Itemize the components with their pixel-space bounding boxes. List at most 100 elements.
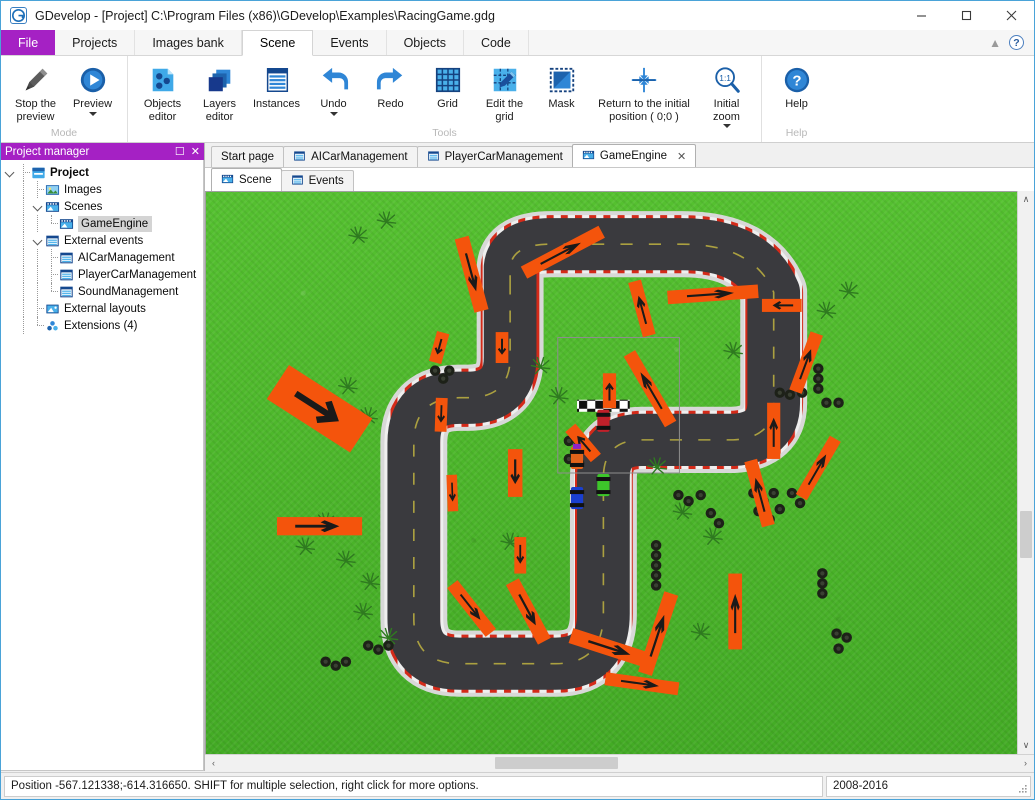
stop-the-preview-button[interactable]: Stop the preview [7, 60, 64, 123]
chevron-down-icon[interactable] [329, 111, 338, 116]
tab-label: AICarManagement [311, 151, 408, 163]
ribbon-tab-scene[interactable]: Scene [241, 30, 314, 56]
scroll-down-icon[interactable]: ∨ [1018, 737, 1034, 754]
close-icon[interactable]: ✕ [191, 145, 200, 158]
tree-guide [45, 266, 59, 283]
project-manager-header: Project manager ☐ ✕ [1, 143, 204, 160]
scroll-up-icon[interactable]: ∧ [1018, 191, 1034, 208]
ribbon-tab-images-bank[interactable]: Images bank [135, 30, 242, 55]
tree-guide [31, 317, 45, 334]
title-bar: GDevelop - [Project] C:\Program Files (x… [1, 1, 1034, 30]
subtab-scene[interactable]: Scene [211, 168, 282, 191]
tab-label: PlayerCarManagement [444, 151, 563, 163]
objects-editor-button[interactable]: Objects editor [134, 60, 191, 123]
resize-grip-icon[interactable] [1018, 784, 1028, 794]
status-message: Position -567.121338;-614.316650. SHIFT … [4, 775, 823, 797]
scroll-left-icon[interactable]: ‹ [205, 755, 222, 771]
ribbon-tab-objects[interactable]: Objects [386, 30, 464, 55]
tab-playercarmanagement[interactable]: PlayerCarManagement [416, 146, 573, 167]
vertical-scrollbar[interactable]: ∧ ∨ [1017, 191, 1034, 754]
tree-item-images[interactable]: Images [1, 181, 203, 198]
preview-button[interactable]: Preview [64, 60, 121, 116]
close-icon[interactable]: ✕ [677, 150, 686, 163]
scroll-right-icon[interactable]: › [1017, 755, 1034, 771]
horizontal-scroll-thumb[interactable] [495, 757, 618, 769]
tree-item-soundmanagement[interactable]: SoundManagement [1, 283, 203, 300]
tree-item-external-events[interactable]: External events [1, 232, 203, 249]
racing-game-scene[interactable] [206, 192, 1017, 754]
initial-zoom-label: Initial zoom [713, 98, 740, 123]
mask-label: Mask [548, 98, 575, 110]
help-button[interactable]: ? Help [768, 60, 825, 111]
tree-item-extensions[interactable]: Extensions (4) [1, 317, 203, 334]
tree-guide [17, 164, 31, 181]
vertical-scroll-thumb[interactable] [1020, 511, 1032, 558]
return-initial-position-icon [629, 63, 659, 97]
grid-label: Grid [437, 98, 458, 110]
ribbon-tab-projects[interactable]: Projects [55, 30, 136, 55]
return-to-initial-position-button[interactable]: Return to the initial position ( 0;0 ) [590, 60, 698, 123]
ribbon-group-mode: Stop the preview Preview Mode [1, 56, 128, 142]
edit-the-grid-button[interactable]: Edit the grid [476, 60, 533, 123]
initial-zoom-icon: 1:1 [712, 63, 742, 97]
redo-button[interactable]: Redo [362, 60, 419, 111]
mask-button[interactable]: Mask [533, 60, 590, 111]
events-icon [291, 174, 304, 189]
maximize-button[interactable] [944, 1, 989, 30]
tree-item-playercarmanagement[interactable]: PlayerCarManagement [1, 266, 203, 283]
svg-text:?: ? [792, 73, 801, 90]
images-icon [45, 183, 60, 197]
ribbon-group-mode-label: Mode [50, 127, 78, 139]
scene-icon [59, 217, 74, 231]
expander-icon[interactable] [3, 168, 17, 177]
ribbon-tab-events[interactable]: Events [313, 30, 387, 55]
events-icon [293, 150, 306, 165]
close-button[interactable] [989, 1, 1034, 30]
tree-item-aicarmanagement[interactable]: AICarManagement [1, 249, 203, 266]
tree-label: External events [64, 234, 144, 247]
svg-text:1:1: 1:1 [719, 73, 731, 83]
tree-label: Scenes [64, 200, 103, 213]
ribbon-right-controls: ▲ ? [989, 30, 1034, 55]
ribbon-group-tools: Objects editor Layers editor Instances U… [128, 56, 762, 142]
restore-icon[interactable]: ☐ [175, 145, 185, 158]
tree-item-gameengine[interactable]: GameEngine [1, 215, 203, 232]
tree-item-project[interactable]: Project [1, 164, 203, 181]
tab-start-page[interactable]: Start page [211, 146, 285, 167]
ribbon-panel: Stop the preview Preview Mode Objects ed… [1, 56, 1034, 143]
grid-button[interactable]: Grid [419, 60, 476, 111]
window-controls [899, 1, 1034, 30]
scene-icon [582, 149, 595, 164]
tree-guide [31, 300, 45, 317]
layers-editor-button[interactable]: Layers editor [191, 60, 248, 123]
scene-viewport[interactable] [205, 191, 1017, 754]
subtab-events[interactable]: Events [280, 170, 354, 191]
ribbon-tab-code[interactable]: Code [463, 30, 529, 55]
redo-arrow-icon [376, 63, 406, 97]
tree-item-external-layouts[interactable]: External layouts [1, 300, 203, 317]
tree-item-scenes[interactable]: Scenes [1, 198, 203, 215]
help-circle-icon[interactable]: ? [1009, 35, 1024, 50]
instances-label: Instances [252, 98, 301, 110]
ribbon-tab-bar: File Projects Images bank Scene Events O… [1, 30, 1034, 56]
gdevelop-window: GDevelop - [Project] C:\Program Files (x… [0, 0, 1035, 800]
collapse-ribbon-icon[interactable]: ▲ [989, 36, 1001, 50]
events-icon [59, 285, 74, 299]
project-tree[interactable]: Project Images Scenes GameEngine Externa… [1, 160, 204, 771]
instances-button[interactable]: Instances [248, 60, 305, 111]
status-bar: Position -567.121338;-614.316650. SHIFT … [1, 772, 1034, 799]
external-layouts-icon [45, 302, 60, 316]
expander-icon[interactable] [31, 236, 45, 245]
expander-icon[interactable] [31, 202, 45, 211]
ribbon-tab-file[interactable]: File [1, 30, 56, 55]
initial-zoom-button[interactable]: 1:1 Initial zoom [698, 60, 755, 128]
tree-label: Project [50, 166, 89, 179]
tab-gameengine[interactable]: GameEngine ✕ [571, 144, 697, 167]
minimize-button[interactable] [899, 1, 944, 30]
scene-canvas-area: ∧ ∨ [205, 191, 1034, 754]
horizontal-scrollbar[interactable]: ‹ › [205, 754, 1034, 771]
chevron-down-icon[interactable] [88, 111, 97, 116]
tab-aicarmanagement[interactable]: AICarManagement [283, 146, 418, 167]
undo-button[interactable]: Undo [305, 60, 362, 116]
ribbon-group-help-label: Help [785, 127, 808, 139]
